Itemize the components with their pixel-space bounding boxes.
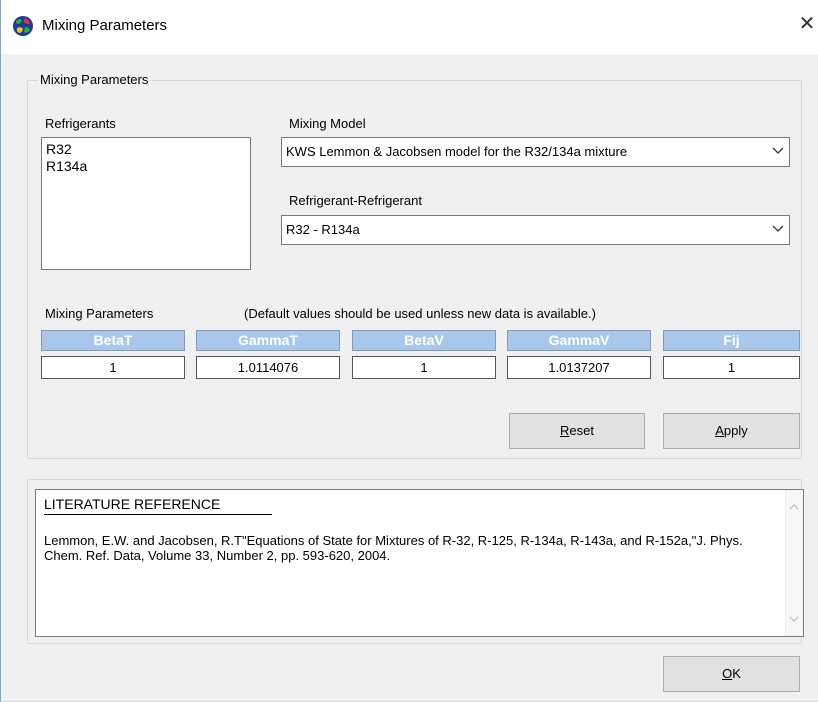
close-icon[interactable]: ✕	[796, 11, 818, 37]
default-values-note: (Default values should be used unless ne…	[244, 306, 596, 321]
gammat-header: GammaT	[196, 330, 340, 351]
globe-icon	[13, 16, 33, 36]
reference-scrollbar[interactable]	[785, 490, 803, 636]
apply-button[interactable]: Apply	[663, 413, 800, 449]
list-item[interactable]: R134a	[42, 158, 250, 175]
reference-text: Lemmon, E.W. and Jacobsen, R.T"Equations…	[44, 533, 743, 563]
ok-label: K	[732, 666, 741, 681]
betat-input[interactable]: 1	[41, 356, 185, 379]
gammav-header: GammaV	[507, 330, 651, 351]
reference-title-underline	[44, 514, 272, 515]
chevron-down-icon	[772, 225, 784, 232]
fij-header: Fij	[663, 330, 800, 351]
gammat-input[interactable]: 1.0114076	[196, 356, 340, 379]
group-label: Mixing Parameters	[38, 72, 151, 87]
literature-reference-box[interactable]: LITERATURE REFERENCE Lemmon, E.W. and Ja…	[35, 489, 804, 637]
chevron-down-icon	[772, 147, 784, 154]
mixing-model-select[interactable]: KWS Lemmon & Jacobsen model for the R32/…	[281, 137, 790, 167]
pair-label: Refrigerant-Refrigerant	[289, 193, 422, 208]
fij-input[interactable]: 1	[663, 356, 800, 379]
reset-mnemonic: R	[560, 423, 570, 438]
scroll-down-icon[interactable]	[789, 614, 799, 624]
mixing-model-value: KWS Lemmon & Jacobsen model for the R32/…	[286, 144, 628, 159]
window-title: Mixing Parameters	[42, 17, 168, 34]
mixing-parameters-label: Mixing Parameters	[45, 306, 154, 321]
refrigerants-list[interactable]: R32 R134a	[41, 137, 251, 270]
betav-header: BetaV	[352, 330, 496, 351]
ok-mnemonic: O	[722, 666, 733, 681]
gammav-input[interactable]: 1.0137207	[507, 356, 651, 379]
reference-title: LITERATURE REFERENCE	[44, 496, 221, 512]
reset-button[interactable]: Reset	[509, 413, 645, 449]
dialog-window: Mixing Parameters ✕ Mixing Parameters Re…	[0, 0, 818, 702]
reset-label: eset	[569, 423, 594, 438]
ok-button[interactable]: OK	[663, 656, 800, 692]
refrigerant-pair-select[interactable]: R32 - R134a	[281, 215, 790, 245]
betav-input[interactable]: 1	[352, 356, 496, 379]
scroll-up-icon[interactable]	[789, 502, 799, 512]
list-item[interactable]: R32	[42, 141, 250, 158]
refrigerant-pair-value: R32 - R134a	[286, 222, 360, 237]
betat-header: BetaT	[41, 330, 185, 351]
apply-label: pply	[723, 423, 748, 438]
refrigerants-label: Refrigerants	[45, 116, 116, 131]
title-bar: Mixing Parameters ✕	[1, 0, 818, 54]
apply-mnemonic: A	[715, 423, 724, 438]
mixing-model-label: Mixing Model	[289, 116, 366, 131]
